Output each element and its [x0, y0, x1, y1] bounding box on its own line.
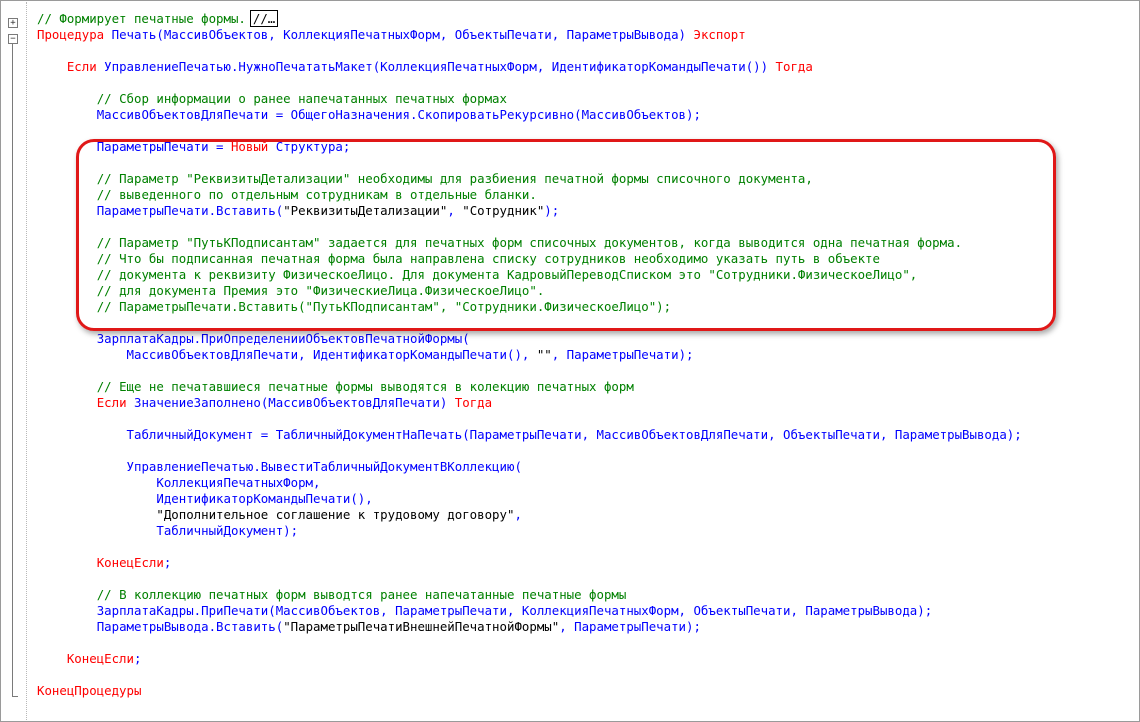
- code-keyword: КонецПроцедуры: [37, 683, 142, 698]
- code-line[interactable]: // Еще не печатавшиеся печатные формы вы…: [37, 379, 1022, 395]
- code-line[interactable]: УправлениеПечатью.ВывестиТабличныйДокуме…: [37, 459, 1022, 475]
- code-line[interactable]: // В коллекцию печатных форм выводтся ра…: [37, 587, 1022, 603]
- fold-toggle-procedure[interactable]: −: [8, 34, 18, 44]
- code-identifier: Печать(МассивОбъектов, КоллекцияПечатных…: [111, 27, 694, 42]
- code-identifier: ПараметрыВывода.Вставить(: [96, 619, 284, 634]
- code-keyword: КонецЕсли: [66, 651, 134, 666]
- fold-range-line: [12, 44, 13, 696]
- code-line[interactable]: [37, 411, 1022, 427]
- code-keyword: Процедура: [37, 27, 112, 42]
- code-identifier: , ПараметрыПечати);: [559, 619, 701, 634]
- code-line[interactable]: МассивОбъектовДляПечати = ОбщегоНазначен…: [37, 107, 1022, 123]
- code-line[interactable]: ТабличныйДокумент = ТабличныйДокументНаП…: [37, 427, 1022, 443]
- code-identifier: ЗарплатаКадры.ПриОпределенииОбъектовПеча…: [96, 331, 470, 346]
- code-string: "ПараметрыПечатиВнешнейПечатнойФормы": [283, 619, 560, 634]
- code-line[interactable]: Если ЗначениеЗаполнено(МассивОбъектовДля…: [37, 395, 1022, 411]
- code-line[interactable]: [37, 539, 1022, 555]
- code-comment: // Сбор информации о ранее напечатанных …: [96, 91, 507, 106]
- code-line[interactable]: Если УправлениеПечатью.НужноПечататьМаке…: [37, 59, 1022, 75]
- code-line[interactable]: КонецЕсли;: [37, 651, 1022, 667]
- code-line[interactable]: ПараметрыВывода.Вставить("ПараметрыПечат…: [37, 619, 1022, 635]
- code-identifier: МассивОбъектовДляПечати, ИдентификаторКо…: [126, 347, 537, 362]
- code-identifier: КоллекцияПечатныхФорм,: [156, 475, 321, 490]
- code-line[interactable]: Процедура Печать(МассивОбъектов, Коллекц…: [37, 27, 1022, 43]
- code-line[interactable]: МассивОбъектовДляПечати, ИдентификаторКо…: [37, 347, 1022, 363]
- code-comment: // Еще не печатавшиеся печатные формы вы…: [96, 379, 634, 394]
- fold-gutter: [2, 2, 27, 720]
- code-keyword: КонецЕсли: [96, 555, 164, 570]
- code-line[interactable]: [37, 667, 1022, 683]
- code-text[interactable]: // Формирует печатные формы.//… Процедура…: [37, 10, 1022, 699]
- code-identifier: ТабличныйДокумент = ТабличныйДокументНаП…: [126, 427, 1022, 442]
- code-line[interactable]: [37, 571, 1022, 587]
- code-line[interactable]: // Сбор информации о ранее напечатанных …: [37, 91, 1022, 107]
- code-keyword: Если: [96, 395, 134, 410]
- code-identifier: УправлениеПечатью.НужноПечататьМакет(Кол…: [104, 59, 776, 74]
- code-line[interactable]: КонецЕсли;: [37, 555, 1022, 571]
- code-line[interactable]: [37, 123, 1022, 139]
- code-keyword: Тогда: [454, 395, 493, 410]
- highlight-annotation: [76, 139, 1056, 331]
- code-line[interactable]: [37, 635, 1022, 651]
- fold-toggle-comment[interactable]: +: [8, 18, 18, 28]
- code-identifier: УправлениеПечатью.ВывестиТабличныйДокуме…: [126, 459, 522, 474]
- code-line[interactable]: ЗарплатаКадры.ПриОпределенииОбъектовПеча…: [37, 331, 1022, 347]
- code-editor[interactable]: + − // Формирует печатные формы.//… Проце…: [0, 0, 1140, 722]
- code-line[interactable]: КонецПроцедуры: [37, 683, 1022, 699]
- code-identifier: ЗарплатаКадры.ПриПечати(МассивОбъектов, …: [96, 603, 933, 618]
- code-line[interactable]: "Дополнительное соглашение к трудовому д…: [37, 507, 1022, 523]
- code-line[interactable]: // Формирует печатные формы.//…: [37, 10, 1022, 27]
- code-keyword: Тогда: [775, 59, 813, 74]
- code-string: "": [536, 347, 552, 362]
- collapsed-block-marker[interactable]: //…: [249, 10, 279, 27]
- code-identifier: ;: [163, 555, 172, 570]
- code-identifier: ЗначениеЗаполнено(МассивОбъектовДляПечат…: [134, 395, 455, 410]
- code-line[interactable]: [37, 43, 1022, 59]
- code-line[interactable]: ТабличныйДокумент);: [37, 523, 1022, 539]
- code-line[interactable]: [37, 75, 1022, 91]
- code-identifier: МассивОбъектовДляПечати = ОбщегоНазначен…: [96, 107, 701, 122]
- code-identifier: ,: [514, 507, 522, 522]
- code-line[interactable]: [37, 363, 1022, 379]
- code-identifier: ТабличныйДокумент);: [156, 523, 299, 538]
- code-line[interactable]: КоллекцияПечатныхФорм,: [37, 475, 1022, 491]
- fold-range-end: [12, 696, 18, 697]
- code-line[interactable]: ЗарплатаКадры.ПриПечати(МассивОбъектов, …: [37, 603, 1022, 619]
- code-string: "Дополнительное соглашение к трудовому д…: [156, 507, 515, 522]
- code-line[interactable]: ИдентификаторКомандыПечати(),: [37, 491, 1022, 507]
- code-keyword: Если: [66, 59, 105, 74]
- code-identifier: ИдентификаторКомандыПечати(),: [156, 491, 373, 506]
- code-line[interactable]: [37, 443, 1022, 459]
- code-keyword: Экспорт: [693, 27, 746, 42]
- code-identifier: ;: [133, 651, 142, 666]
- code-identifier: , ПараметрыПечати);: [551, 347, 694, 362]
- code-comment: // В коллекцию печатных форм выводтся ра…: [96, 587, 627, 602]
- code-comment: // Формирует печатные формы.: [37, 11, 246, 26]
